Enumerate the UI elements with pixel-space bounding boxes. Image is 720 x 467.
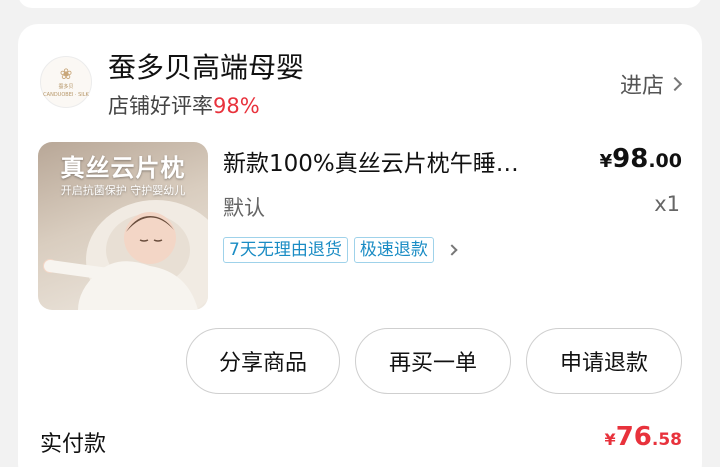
chevron-right-icon xyxy=(446,244,458,256)
paid-label: 实付款 xyxy=(40,432,107,457)
shop-logo[interactable]: ❀ 蚕多贝 CANDUOBEI · SILK xyxy=(40,56,92,108)
paid-integer: 76 xyxy=(615,422,652,452)
chevron-right-icon xyxy=(667,76,683,92)
buy-again-button[interactable]: 再买一单 xyxy=(355,328,511,394)
product-image[interactable]: 真丝云片枕 开启抗菌保护 守护婴幼儿 xyxy=(38,142,208,310)
silkworm-icon: ❀ xyxy=(59,64,73,83)
order-card: ❀ 蚕多贝 CANDUOBEI · SILK 蚕多贝高端母婴 店铺好评率98% … xyxy=(18,24,702,467)
product-title[interactable]: 新款100%真丝云片枕午睡… xyxy=(223,144,563,178)
paid-decimal: .58 xyxy=(651,430,682,450)
request-refund-button[interactable]: 申请退款 xyxy=(526,328,682,394)
service-tags[interactable]: 7天无理由退货 极速退款 xyxy=(223,237,458,264)
share-product-button[interactable]: 分享商品 xyxy=(186,328,340,394)
price-currency: ¥ xyxy=(599,151,613,172)
paid-currency: ¥ xyxy=(604,430,616,449)
price-decimal: .00 xyxy=(648,150,682,172)
tag-7day-return: 7天无理由退货 xyxy=(223,237,348,264)
product-image-subtitle: 开启抗菌保护 守护婴幼儿 xyxy=(60,184,186,197)
tag-fast-refund: 极速退款 xyxy=(353,237,434,264)
enter-shop-label: 进店 xyxy=(619,74,664,99)
shop-logo-text: 蚕多贝 xyxy=(58,83,74,90)
product-quantity: x1 xyxy=(654,192,680,216)
shop-rating: 店铺好评率98% xyxy=(108,90,260,120)
paid-amount: ¥76.58 xyxy=(605,422,682,452)
shop-logo-subtext: CANDUOBEI · SILK xyxy=(43,91,89,98)
product-price: ¥98.00 xyxy=(600,144,682,174)
product-variant: 默认 xyxy=(223,196,265,220)
shop-rating-label: 店铺好评率 xyxy=(108,94,213,118)
product-image-headline: 真丝云片枕 xyxy=(60,154,186,182)
shop-rating-value: 98% xyxy=(213,94,260,118)
previous-card-edge xyxy=(18,0,702,8)
price-integer: 98 xyxy=(612,144,649,174)
shop-name[interactable]: 蚕多贝高端母婴 xyxy=(108,46,304,86)
enter-shop-link[interactable]: 进店 xyxy=(619,68,683,100)
